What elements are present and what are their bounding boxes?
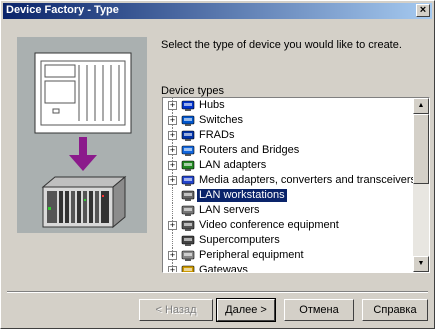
scroll-thumb[interactable]	[413, 114, 429, 184]
tree-item-supercomputers[interactable]: Supercomputers	[163, 233, 413, 248]
tree-item-routers-and-bridges[interactable]: + Routers and Bridges	[163, 143, 413, 158]
blueprint-icon	[34, 52, 132, 134]
expand-icon[interactable]: +	[168, 101, 177, 110]
tree-item-label: Peripheral equipment	[199, 249, 304, 261]
window-title: Device Factory - Type	[6, 4, 119, 16]
tree-connector-line	[172, 188, 173, 203]
cancel-button[interactable]: Отмена	[284, 299, 354, 321]
tree-item-label: Media adapters, converters and transceiv…	[199, 174, 413, 186]
tree-item-label: FRADs	[199, 129, 235, 141]
device-types-label: Device types	[161, 85, 224, 97]
tree-item-label: LAN adapters	[199, 159, 267, 171]
tree-item-media-adapters-converters-and-transceivers[interactable]: + Media adapters, converters and transcei…	[163, 173, 413, 188]
tree-item-lan-servers[interactable]: LAN servers	[163, 203, 413, 218]
tree-item-video-conference-equipment[interactable]: + Video conference equipment	[163, 218, 413, 233]
server-icon	[181, 204, 195, 217]
expand-icon[interactable]: +	[168, 221, 177, 230]
tree-item-hubs[interactable]: + Hubs	[163, 98, 413, 113]
tree-connector-line	[172, 233, 173, 248]
tree-item-label: LAN workstations	[196, 188, 288, 203]
tree-item-frads[interactable]: + FRADs	[163, 128, 413, 143]
expand-icon[interactable]: +	[168, 116, 177, 125]
wizard-illustration	[17, 37, 147, 233]
device-types-tree[interactable]: + Hubs + Switches + FRADs + Routers and Bridges…	[162, 97, 430, 273]
tree-item-label: Video conference equipment	[199, 219, 339, 231]
supercomputer-icon	[181, 234, 195, 247]
tree-item-label: Switches	[199, 114, 244, 126]
expand-icon[interactable]: +	[168, 266, 177, 272]
tree-item-lan-adapters[interactable]: + LAN adapters	[163, 158, 413, 173]
scroll-up-button[interactable]: ▲	[413, 98, 429, 114]
expand-icon[interactable]: +	[168, 176, 177, 185]
lan-adapter-icon	[181, 159, 195, 172]
workstation-icon	[181, 189, 195, 202]
tree-item-label: LAN servers	[199, 204, 260, 216]
vertical-scrollbar[interactable]: ▲ ▼	[413, 98, 429, 272]
back-button[interactable]: < Назад	[139, 299, 213, 321]
help-button[interactable]: Справка	[362, 299, 428, 321]
expand-icon[interactable]: +	[168, 146, 177, 155]
down-arrow-icon	[69, 137, 97, 171]
switch-icon	[181, 114, 195, 127]
media-adapter-icon	[181, 174, 195, 187]
tree-item-switches[interactable]: + Switches	[163, 113, 413, 128]
frad-icon	[181, 129, 195, 142]
title-bar[interactable]: Device Factory - Type ×	[3, 3, 432, 19]
tree-item-lan-workstations[interactable]: LAN workstations	[163, 188, 413, 203]
chassis-device-icon	[41, 175, 127, 229]
expand-icon[interactable]: +	[168, 251, 177, 260]
scroll-down-button[interactable]: ▼	[413, 256, 429, 272]
tree-connector-line	[172, 203, 173, 218]
tree-item-gateways[interactable]: + Gateways	[163, 263, 413, 272]
video-conference-icon	[181, 219, 195, 232]
close-button[interactable]: ×	[416, 4, 430, 17]
gateway-icon	[181, 264, 195, 272]
tree-items: + Hubs + Switches + FRADs + Routers and Bridges…	[163, 98, 413, 272]
tree-item-label: Routers and Bridges	[199, 144, 300, 156]
tree-item-label: Gateways	[199, 264, 248, 272]
tree-item-label: Hubs	[199, 99, 225, 111]
button-separator	[7, 291, 428, 293]
router-icon	[181, 144, 195, 157]
tree-item-peripheral-equipment[interactable]: + Peripheral equipment	[163, 248, 413, 263]
hub-icon	[181, 99, 195, 112]
tree-item-label: Supercomputers	[199, 234, 280, 246]
expand-icon[interactable]: +	[168, 161, 177, 170]
next-button[interactable]: Далее >	[216, 298, 276, 322]
peripheral-icon	[181, 249, 195, 262]
instruction-text: Select the type of device you would like…	[161, 39, 402, 51]
expand-icon[interactable]: +	[168, 131, 177, 140]
device-factory-dialog: Device Factory - Type × Select the type …	[0, 0, 435, 329]
